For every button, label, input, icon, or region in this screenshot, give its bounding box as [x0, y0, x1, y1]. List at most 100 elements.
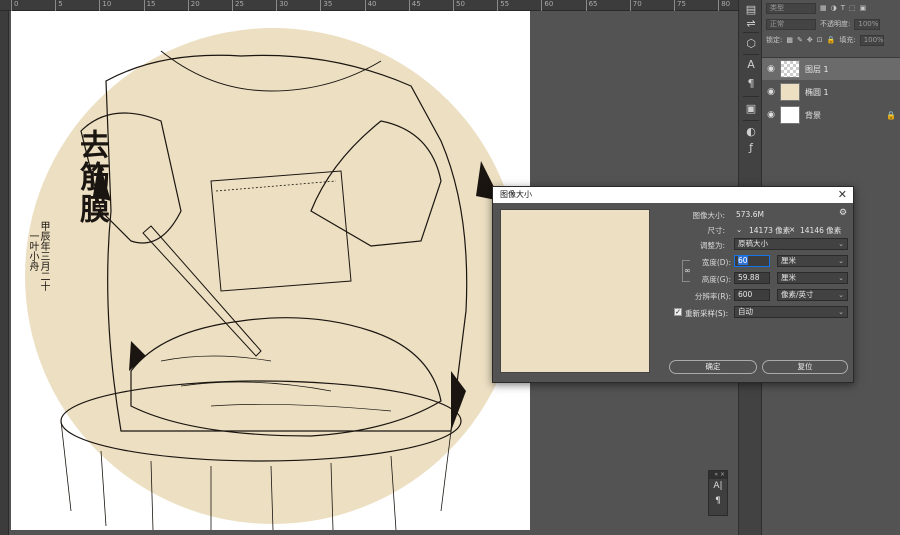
- lock-all-icon[interactable]: 🔒: [827, 36, 836, 44]
- opacity-field[interactable]: 100%: [854, 18, 881, 30]
- image-icon[interactable]: ▣: [743, 101, 759, 117]
- resolution-label: 分辨率(R):: [694, 292, 731, 301]
- height-label: 高度(G):: [701, 275, 731, 284]
- channels-icon[interactable]: ◐: [743, 124, 759, 140]
- blend-mode-select[interactable]: 正常: [766, 18, 816, 30]
- mini-panel-header[interactable]: « ×: [709, 471, 727, 479]
- filter-shape-icon[interactable]: ⬚: [849, 4, 856, 12]
- lock-icon: 🔒: [886, 110, 896, 120]
- fit-to-select[interactable]: 原稿大小 ⌄: [734, 238, 848, 250]
- resample-checkbox[interactable]: ✓: [674, 308, 682, 316]
- ruler-tick: 65: [585, 0, 598, 11]
- illustration: [25, 28, 521, 530]
- ruler-tick: 70: [629, 0, 642, 11]
- fill-label: 填充:: [839, 36, 856, 44]
- character-icon[interactable]: A|: [709, 479, 727, 494]
- ruler-tick: 25: [232, 0, 244, 11]
- fill-field[interactable]: 100%: [859, 34, 884, 46]
- ruler-tick-label: 65: [588, 0, 598, 8]
- vertical-ruler[interactable]: [0, 11, 9, 535]
- dimensions-width: 14173 像素: [749, 226, 791, 235]
- ruler-tick: 5: [55, 0, 63, 11]
- ruler-tick-label: 75: [677, 0, 686, 8]
- image-size-dialog: 图像大小 ✕ 图像大小: 573.6M ⚙ 尺寸: ⌄ 14173 像素 × 1…: [492, 186, 854, 383]
- layer-name: 背景: [805, 110, 821, 120]
- lock-label: 锁定:: [766, 36, 783, 44]
- fit-to-label: 调整为:: [699, 241, 725, 250]
- lock-move-icon[interactable]: ✥: [807, 36, 813, 44]
- layer-name: 图层 1: [805, 64, 829, 74]
- close-icon[interactable]: ✕: [838, 187, 847, 203]
- ruler-tick: 30: [276, 0, 288, 11]
- type-icon[interactable]: A: [743, 57, 759, 73]
- fx-icon[interactable]: ƒ: [743, 140, 759, 156]
- beige-circle: [25, 28, 521, 524]
- adjust-icon[interactable]: ⇌: [743, 16, 759, 32]
- height-unit-select[interactable]: 厘米 ⌄: [777, 272, 848, 284]
- artboard[interactable]: 去筋膜 甲辰年三月二十 一叶小舟: [11, 11, 530, 530]
- resolution-unit-select[interactable]: 像素/英寸 ⌄: [777, 289, 848, 301]
- eye-icon[interactable]: ◉: [762, 64, 780, 74]
- layer-thumbnail: [780, 83, 800, 101]
- ruler-tick: 45: [408, 0, 421, 11]
- filter-type-icon[interactable]: T: [841, 4, 845, 12]
- gear-icon[interactable]: ⚙: [839, 208, 847, 218]
- lock-transparent-icon[interactable]: ▩: [786, 36, 793, 44]
- ruler-tick-label: 70: [632, 0, 642, 8]
- ruler-tick: 60: [541, 0, 553, 11]
- dimensions-dropdown-icon[interactable]: ⌄: [736, 225, 742, 234]
- layer-row-3[interactable]: ◉ 背景 🔒: [762, 104, 900, 126]
- ruler-tick: 15: [143, 0, 156, 11]
- paragraph-icon[interactable]: ¶: [743, 76, 759, 92]
- eye-icon[interactable]: ◉: [762, 110, 780, 120]
- layer-row-1[interactable]: ◉ 图层 1: [762, 58, 900, 80]
- filter-pixel-icon[interactable]: ▦: [820, 4, 827, 12]
- layer-thumbnail: [780, 60, 800, 78]
- ruler-tick-label: 10: [102, 0, 112, 8]
- layer-filter-input[interactable]: 类型: [766, 2, 816, 14]
- ruler-tick-label: 30: [279, 0, 289, 8]
- eye-icon[interactable]: ◉: [762, 87, 780, 97]
- preview-area[interactable]: [500, 209, 650, 373]
- horizontal-ruler[interactable]: 0 5 10 15 20 25 30 35 40 45 50 55 60 65 70 75 80: [0, 0, 738, 11]
- ruler-tick: 55: [497, 0, 509, 11]
- filter-adjust-icon[interactable]: ◑: [831, 4, 837, 12]
- width-input[interactable]: 60: [734, 255, 770, 267]
- ruler-tick: 20: [187, 0, 200, 11]
- ruler-tick-label: 25: [235, 0, 244, 8]
- ruler-tick: 80: [718, 0, 730, 11]
- ruler-tick-label: 20: [190, 0, 200, 8]
- dialog-titlebar[interactable]: 图像大小 ✕: [493, 187, 853, 203]
- width-label: 宽度(D):: [701, 258, 731, 267]
- ruler-tick-label: 55: [500, 0, 510, 8]
- ok-button[interactable]: 确定: [669, 360, 757, 374]
- reset-button[interactable]: 复位: [762, 360, 848, 374]
- height-input[interactable]: 59.88: [734, 272, 770, 284]
- ruler-tick-label: 60: [544, 0, 554, 8]
- ruler-tick: 35: [320, 0, 332, 11]
- character-mini-panel: « × A| ¶: [708, 470, 728, 516]
- dialog-title: 图像大小: [500, 190, 532, 199]
- filter-smart-icon[interactable]: ▣: [860, 4, 867, 12]
- ruler-tick-label: 50: [456, 0, 465, 8]
- ruler-tick: 75: [674, 0, 686, 11]
- layer-name: 椭圆 1: [805, 87, 829, 97]
- ruler-tick-label: 0: [14, 0, 19, 8]
- dimensions-times: ×: [789, 225, 796, 234]
- resample-select[interactable]: 自动 ⌄: [734, 306, 848, 318]
- dimensions-label: 尺寸:: [707, 226, 725, 235]
- ruler-tick-label: 45: [411, 0, 421, 8]
- opacity-label: 不透明度:: [820, 20, 851, 28]
- 3d-icon[interactable]: ⬡: [743, 36, 759, 52]
- artwork-author: 一叶小舟: [27, 231, 38, 271]
- width-unit-select[interactable]: 厘米 ⌄: [777, 255, 848, 267]
- lock-paint-icon[interactable]: ✎: [797, 36, 803, 44]
- artwork-title: 去筋膜: [74, 129, 109, 225]
- lock-artboard-icon[interactable]: ⊡: [817, 36, 823, 44]
- paragraph-icon[interactable]: ¶: [709, 494, 727, 509]
- ruler-tick: 0: [11, 0, 18, 11]
- ruler-tick-label: 35: [323, 0, 333, 8]
- ruler-tick-label: 15: [146, 0, 156, 8]
- resolution-input[interactable]: 600: [734, 289, 770, 301]
- layer-row-2[interactable]: ◉ 椭圆 1: [762, 81, 900, 103]
